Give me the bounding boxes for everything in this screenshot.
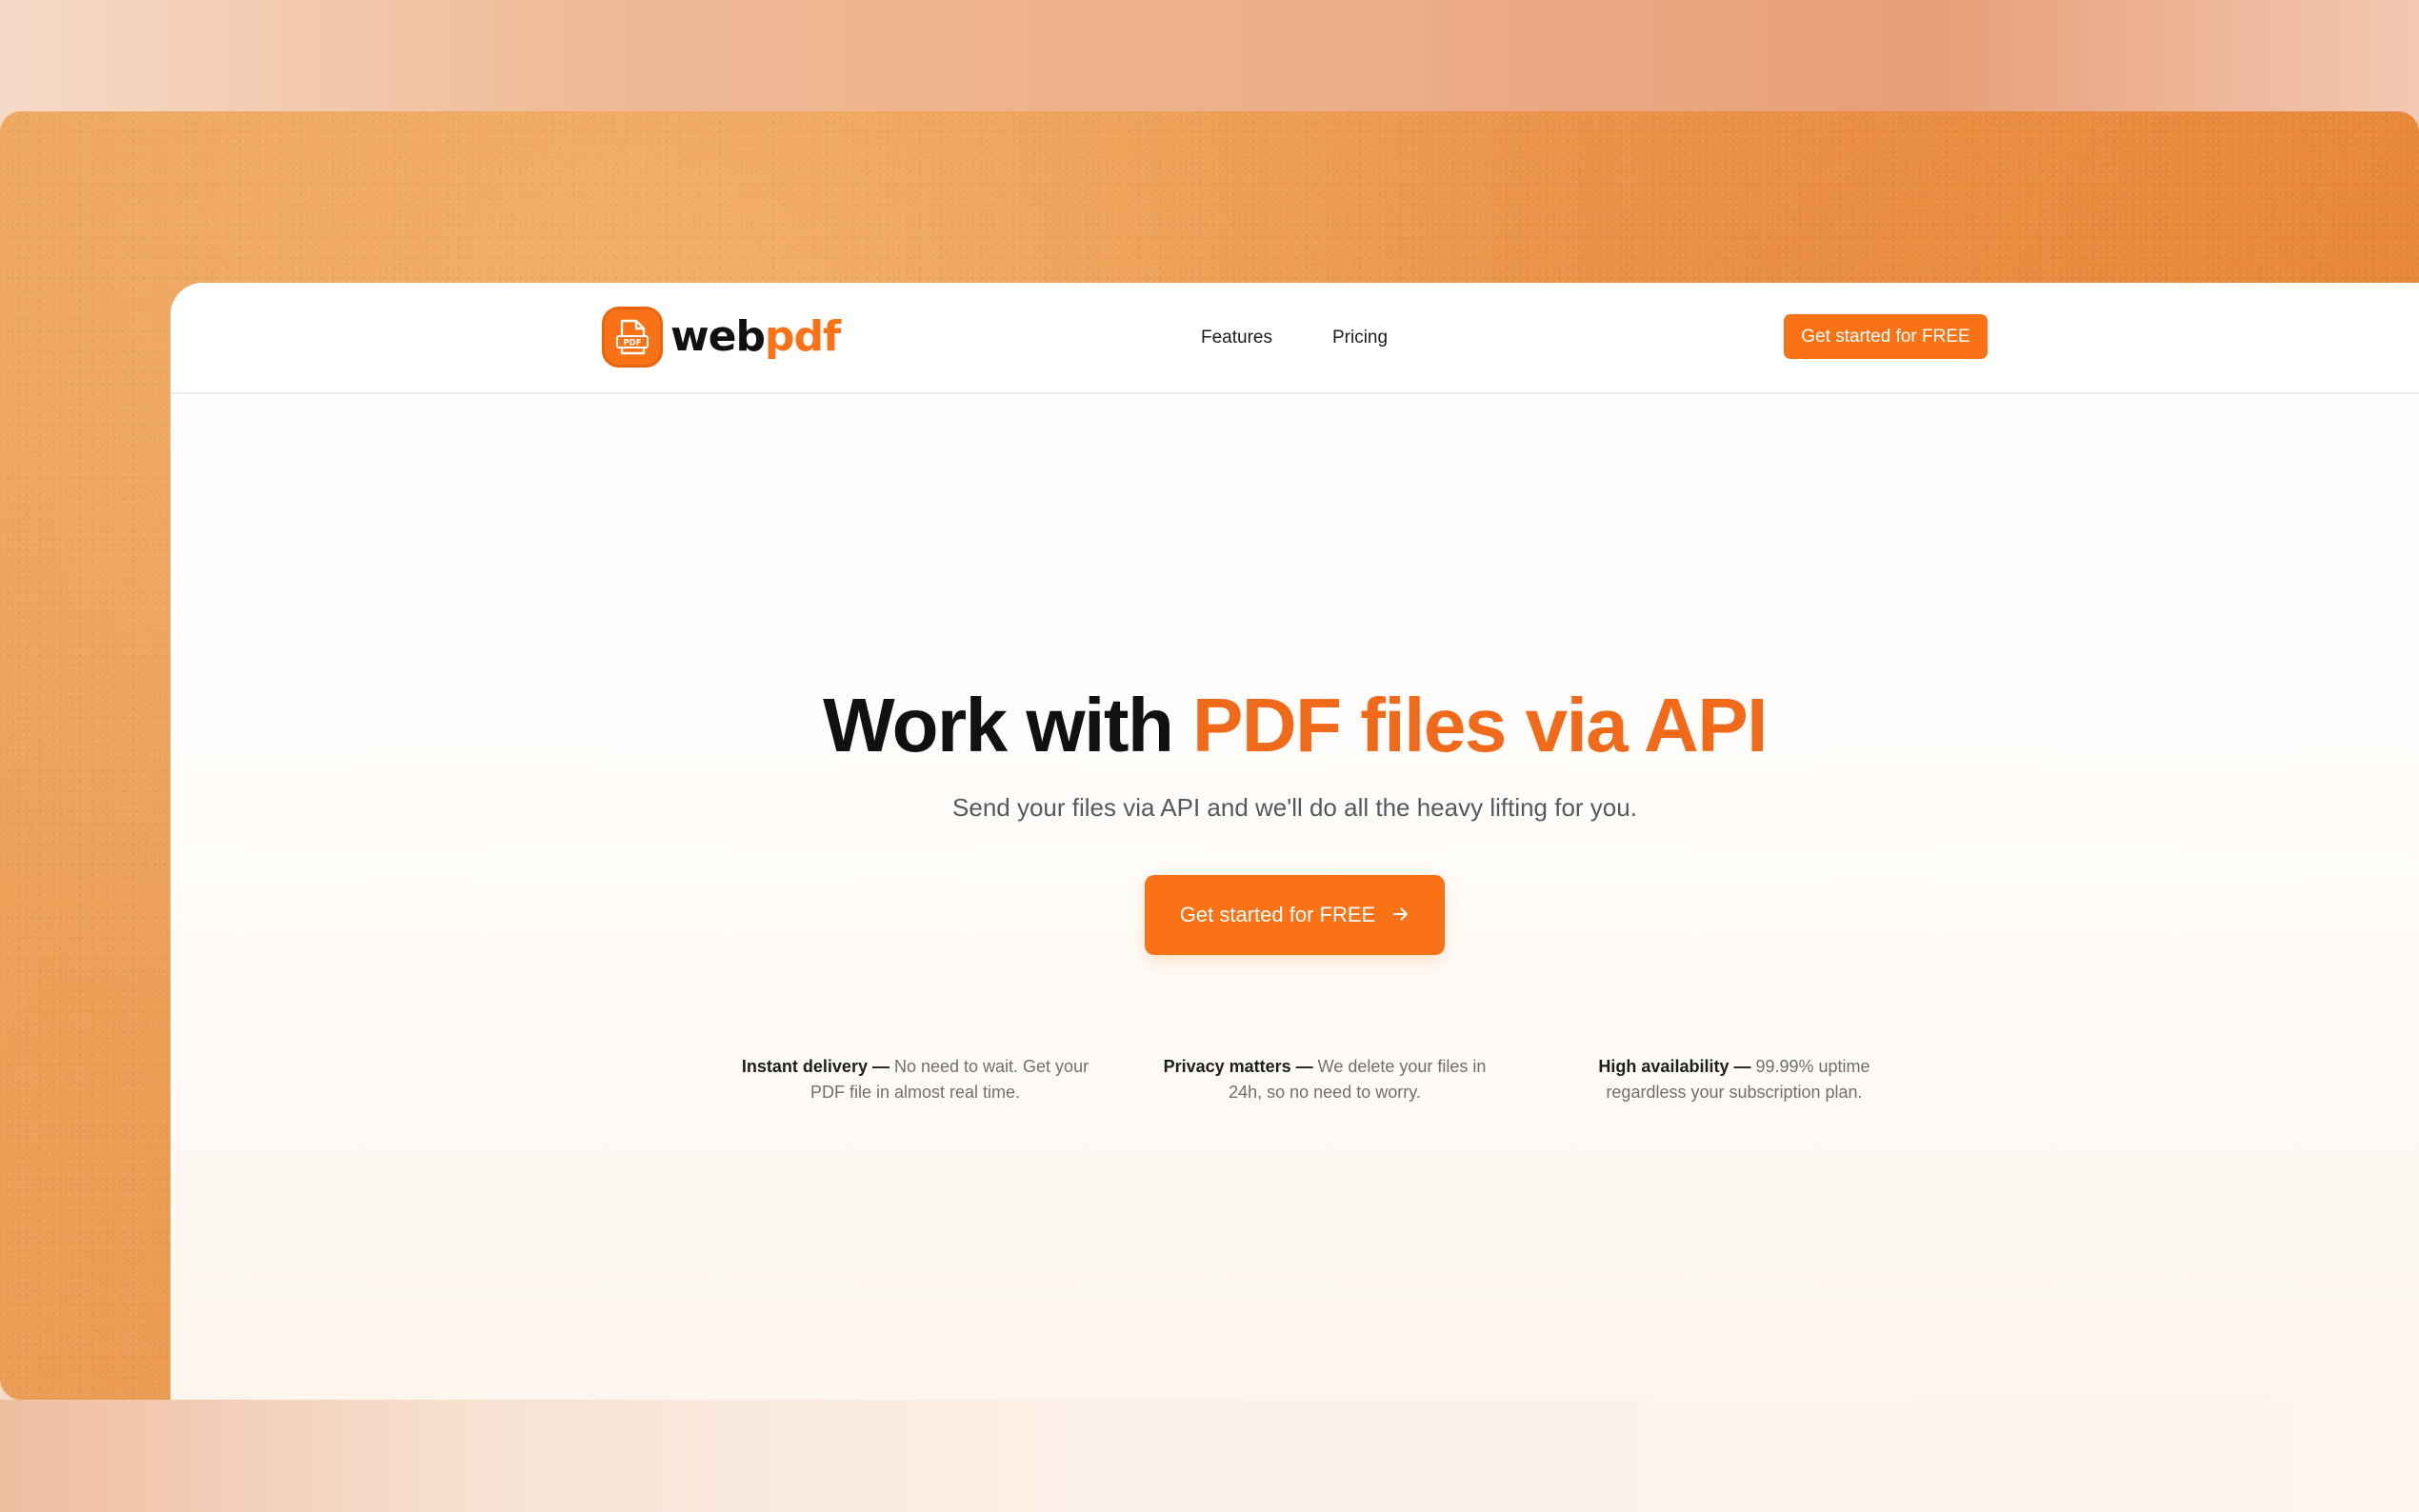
nav-link-pricing[interactable]: Pricing xyxy=(1332,328,1388,348)
feature-separator: — xyxy=(1290,1057,1318,1076)
brand-name-web: web xyxy=(670,312,766,361)
feature-separator: — xyxy=(1729,1057,1756,1076)
feature-item-high-availability: High availability — 99.99% uptime regard… xyxy=(1558,1054,1910,1105)
arrow-right-icon xyxy=(1392,903,1409,927)
navbar: PDF webpdf Features Pricing Get started … xyxy=(170,283,2419,394)
nav-get-started-button[interactable]: Get started for FREE xyxy=(1784,314,1988,359)
feature-title: Privacy matters xyxy=(1163,1057,1291,1076)
hero-cta-label: Get started for FREE xyxy=(1179,903,1376,926)
feature-list: Instant delivery — No need to wait. Get … xyxy=(739,1054,1910,1105)
feature-item-instant-delivery: Instant delivery — No need to wait. Get … xyxy=(739,1054,1091,1105)
hero-title-accent: PDF files via API xyxy=(1192,683,1768,767)
nav-link-features[interactable]: Features xyxy=(1201,328,1272,348)
hero-subtitle: Send your files via API and we'll do all… xyxy=(952,793,1637,822)
brand-wordmark: webpdf xyxy=(670,316,841,358)
logo-icon-label: PDF xyxy=(623,339,641,348)
feature-separator: — xyxy=(867,1057,894,1076)
website-window: PDF webpdf Features Pricing Get started … xyxy=(170,283,2419,1400)
hero-title-plain: Work with xyxy=(823,683,1193,767)
feature-title: High availability xyxy=(1598,1057,1729,1076)
background-bottom-band xyxy=(0,1400,2419,1512)
pdf-file-icon: PDF xyxy=(602,307,663,368)
feature-title: Instant delivery xyxy=(741,1057,868,1076)
brand-name-pdf: pdf xyxy=(765,312,841,361)
brand-logo[interactable]: PDF webpdf xyxy=(602,306,841,368)
hero-title: Work with PDF files via API xyxy=(170,687,2419,764)
feature-item-privacy-matters: Privacy matters — We delete your files i… xyxy=(1149,1054,1501,1105)
nav-links: Features Pricing xyxy=(1201,283,1448,392)
hero-get-started-button[interactable]: Get started for FREE xyxy=(1145,875,1445,955)
